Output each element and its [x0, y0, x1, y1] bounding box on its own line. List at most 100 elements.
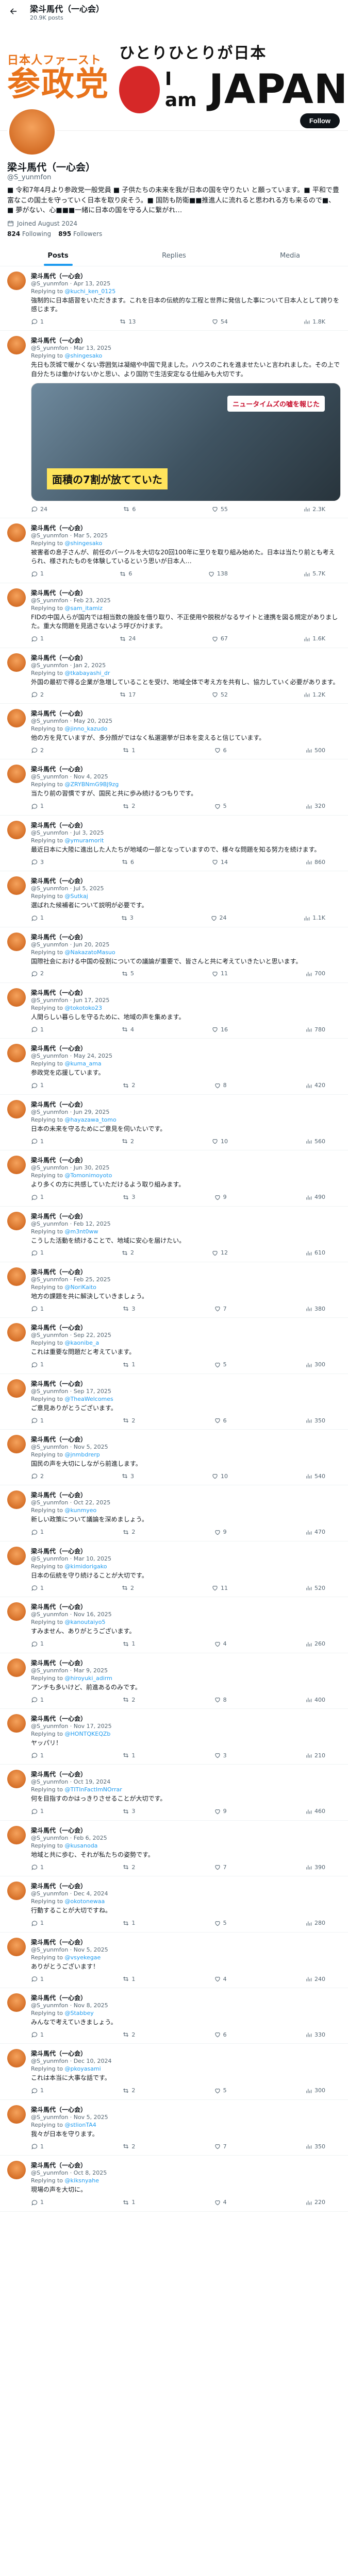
post-item[interactable]: 梁斗馬代（一心会） @S_yunmfon · Apr 13, 2025 Repl…: [0, 266, 348, 331]
like-action[interactable]: 4: [214, 2199, 227, 2206]
repost-action[interactable]: 13: [119, 318, 136, 325]
post-item[interactable]: 梁斗馬代（一心会） @S_yunmfon · May 24, 2025 Repl…: [0, 1039, 348, 1095]
reply-action[interactable]: 1: [31, 1361, 44, 1368]
post-author[interactable]: 梁斗馬代（一心会）: [31, 337, 87, 344]
views-action[interactable]: 420: [305, 1082, 325, 1089]
repost-action[interactable]: 4: [121, 1026, 134, 1033]
like-action[interactable]: 6: [214, 2031, 227, 2038]
reply-to-handle[interactable]: @kimidorigako: [65, 1563, 107, 1570]
reply-action[interactable]: 24: [31, 505, 47, 513]
tab-media[interactable]: Media: [232, 246, 348, 266]
repost-action[interactable]: 24: [119, 635, 136, 642]
repost-action[interactable]: 1: [122, 1752, 135, 1759]
post-avatar[interactable]: [7, 2161, 26, 2180]
views-action[interactable]: 240: [305, 1975, 325, 1982]
repost-action[interactable]: 3: [121, 914, 134, 922]
reply-to-handle[interactable]: @hayazawa_tomo: [65, 1116, 117, 1123]
following-stat[interactable]: 824 Following: [7, 230, 51, 238]
repost-action[interactable]: 3: [122, 1194, 135, 1201]
post-author[interactable]: 梁斗馬代（一心会）: [31, 1715, 87, 1722]
reply-action[interactable]: 1: [31, 1138, 44, 1145]
reply-action[interactable]: 1: [31, 1584, 44, 1591]
reply-to-handle[interactable]: @okotonewaa: [65, 1898, 105, 1905]
like-action[interactable]: 52: [211, 691, 228, 698]
like-action[interactable]: 55: [211, 505, 228, 513]
followers-stat[interactable]: 895 Followers: [58, 230, 102, 238]
post-author[interactable]: 梁斗馬代（一心会）: [31, 1380, 87, 1387]
views-action[interactable]: 2.3K: [303, 505, 325, 513]
follow-button[interactable]: Follow: [300, 113, 340, 128]
reply-action[interactable]: 1: [31, 1863, 44, 1871]
post-author[interactable]: 梁斗馬代（一心会）: [31, 1101, 87, 1108]
reply-action[interactable]: 1: [31, 2087, 44, 2094]
reply-action[interactable]: 1: [31, 1975, 44, 1982]
reply-action[interactable]: 1: [31, 570, 44, 578]
post-author[interactable]: 梁斗馬代（一心会）: [31, 1268, 87, 1276]
post-item[interactable]: 梁斗馬代（一心会） @S_yunmfon · May 20, 2025 Repl…: [0, 704, 348, 760]
like-action[interactable]: 10: [211, 1472, 228, 1480]
post-author[interactable]: 梁斗馬代（一心会）: [31, 1771, 87, 1778]
reply-to-handle[interactable]: @kiksnyahe: [65, 2177, 100, 2184]
reply-to-handle[interactable]: @kusanoda: [65, 1842, 98, 1849]
views-action[interactable]: 300: [305, 1361, 325, 1368]
reply-to-handle[interactable]: @HONTQKEQZb: [65, 1731, 111, 1737]
reply-action[interactable]: 1: [31, 1920, 44, 1927]
post-item[interactable]: 梁斗馬代（一心会） @S_yunmfon · Jun 29, 2025 Repl…: [0, 1095, 348, 1151]
views-action[interactable]: 220: [305, 2199, 325, 2206]
reply-action[interactable]: 1: [31, 1752, 44, 1759]
post-item[interactable]: 梁斗馬代（一心会） @S_yunmfon · Jun 17, 2025 Repl…: [0, 983, 348, 1039]
post-avatar[interactable]: [7, 1546, 26, 1565]
reply-to-handle[interactable]: @stlionTA4: [65, 2122, 96, 2128]
post-avatar[interactable]: [7, 1658, 26, 1677]
reply-action[interactable]: 3: [31, 858, 44, 866]
views-action[interactable]: 1.6K: [303, 635, 325, 642]
views-action[interactable]: 700: [305, 970, 325, 977]
reply-to-handle[interactable]: @vsyekegae: [65, 1954, 101, 1961]
post-author[interactable]: 梁斗馬代（一心会）: [31, 1883, 87, 1890]
repost-action[interactable]: 3: [122, 1305, 135, 1312]
reply-action[interactable]: 1: [31, 1808, 44, 1815]
post-item[interactable]: 梁斗馬代（一心会） @S_yunmfon · Feb 23, 2025 Repl…: [0, 583, 348, 648]
post-author[interactable]: 梁斗馬代（一心会）: [31, 1659, 87, 1667]
repost-action[interactable]: 1: [122, 747, 135, 754]
reply-to-handle[interactable]: @jinno_kazudo: [65, 725, 108, 732]
like-action[interactable]: 4: [214, 1640, 227, 1648]
reply-to-handle[interactable]: @shingesako: [65, 540, 103, 547]
views-action[interactable]: 1.8K: [303, 318, 325, 325]
views-action[interactable]: 500: [305, 747, 325, 754]
post-author[interactable]: 梁斗馬代（一心会）: [31, 2162, 87, 2169]
reply-action[interactable]: 1: [31, 1305, 44, 1312]
views-action[interactable]: 260: [305, 1640, 325, 1648]
post-avatar[interactable]: [7, 1602, 26, 1621]
repost-action[interactable]: 2: [122, 2031, 135, 2038]
reply-action[interactable]: 1: [31, 1696, 44, 1703]
post-avatar[interactable]: [7, 988, 26, 1007]
post-avatar[interactable]: [7, 1267, 26, 1286]
views-action[interactable]: 390: [305, 1863, 325, 1871]
views-action[interactable]: 460: [305, 1808, 325, 1815]
reply-action[interactable]: 1: [31, 1529, 44, 1536]
reply-action[interactable]: 2: [31, 747, 44, 754]
views-action[interactable]: 490: [305, 1194, 325, 1201]
post-avatar[interactable]: [7, 765, 26, 784]
post-item[interactable]: 梁斗馬代（一心会） @S_yunmfon · Feb 12, 2025 Repl…: [0, 1207, 348, 1262]
reply-action[interactable]: 2: [31, 1472, 44, 1480]
views-action[interactable]: 300: [305, 2087, 325, 2094]
post-author[interactable]: 梁斗馬代（一心会）: [31, 589, 87, 597]
post-avatar[interactable]: [7, 653, 26, 672]
post-avatar[interactable]: [7, 336, 26, 355]
like-action[interactable]: 5: [214, 1361, 227, 1368]
post-author[interactable]: 梁斗馬代（一心会）: [31, 1827, 87, 1834]
like-action[interactable]: 5: [214, 1920, 227, 1927]
reply-to-handle[interactable]: @tokotoko23: [65, 1005, 103, 1011]
post-item[interactable]: 梁斗馬代（一心会） @S_yunmfon · Jul 5, 2025 Reply…: [0, 871, 348, 927]
post-item[interactable]: 梁斗馬代（一心会） @S_yunmfon · Nov 17, 2025 Repl…: [0, 1709, 348, 1765]
repost-action[interactable]: 17: [119, 691, 136, 698]
post-avatar[interactable]: [7, 1435, 26, 1454]
repost-action[interactable]: 1: [122, 1920, 135, 1927]
reply-to-handle[interactable]: @kunmyeo: [65, 1507, 97, 1514]
like-action[interactable]: 9: [214, 1808, 227, 1815]
like-action[interactable]: 7: [214, 2143, 227, 2150]
post-item[interactable]: 梁斗馬代（一心会） @S_yunmfon · Feb 25, 2025 Repl…: [0, 1262, 348, 1318]
repost-action[interactable]: 1: [122, 1640, 135, 1648]
